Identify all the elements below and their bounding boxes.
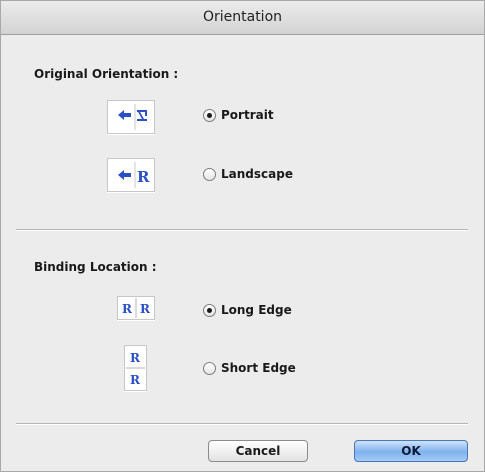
landscape-radio-button[interactable] — [203, 167, 216, 181]
long-edge-radio-label[interactable]: Long Edge — [221, 303, 292, 317]
dialog-title: Orientation — [1, 1, 484, 35]
portrait-orientation-icon — [107, 100, 155, 134]
short-edge-radio-label[interactable]: Short Edge — [221, 361, 296, 375]
svg-text:R: R — [122, 302, 133, 316]
landscape-radio[interactable]: Landscape — [203, 167, 293, 181]
long-edge-radio[interactable]: Long Edge — [203, 303, 292, 317]
footer-divider — [16, 423, 468, 425]
original-orientation-label: Original Orientation : — [34, 67, 179, 81]
portrait-radio-button[interactable] — [203, 108, 216, 122]
ok-button[interactable]: OK — [354, 440, 468, 462]
svg-text:R: R — [137, 168, 150, 186]
binding-location-label: Binding Location : — [34, 260, 157, 274]
short-edge-binding-icon: R R — [124, 345, 147, 391]
svg-text:R: R — [130, 373, 141, 387]
svg-text:R: R — [130, 351, 141, 365]
short-edge-radio[interactable]: Short Edge — [203, 361, 296, 375]
svg-text:R: R — [140, 302, 151, 316]
landscape-orientation-icon: R — [107, 158, 155, 192]
section-divider — [16, 229, 468, 231]
long-edge-radio-button[interactable] — [203, 303, 216, 317]
landscape-radio-label[interactable]: Landscape — [221, 167, 293, 181]
portrait-radio-label[interactable]: Portrait — [221, 108, 274, 122]
orientation-dialog: Orientation Original Orientation : Portr… — [0, 0, 485, 472]
portrait-radio[interactable]: Portrait — [203, 108, 274, 122]
long-edge-binding-icon: R R — [117, 296, 155, 320]
cancel-button[interactable]: Cancel — [208, 440, 308, 462]
short-edge-radio-button[interactable] — [203, 361, 216, 375]
